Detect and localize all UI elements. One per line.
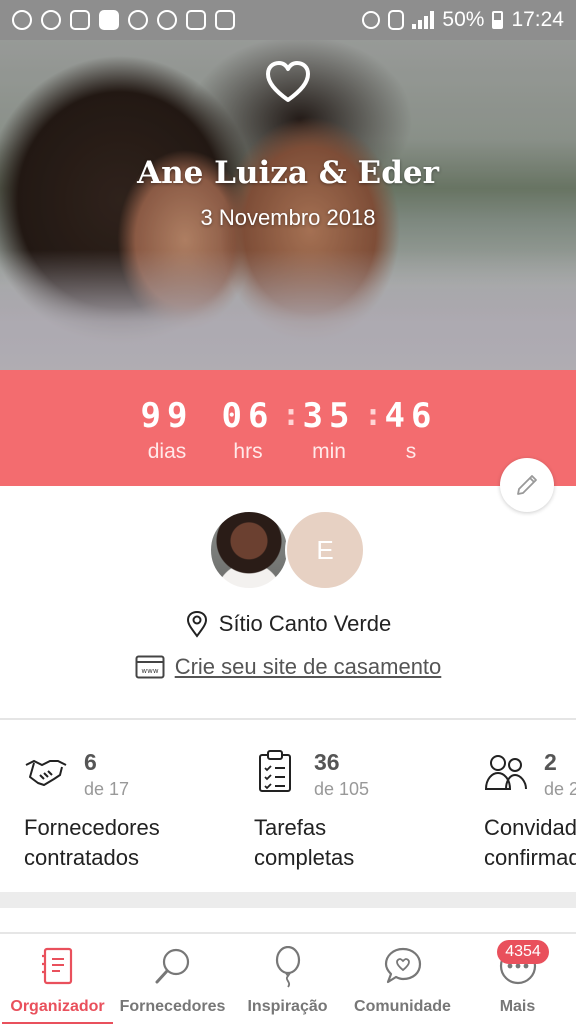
battery-icon — [492, 11, 504, 29]
vendors-total: de 17 — [84, 779, 130, 799]
gallery-icon — [186, 10, 206, 30]
search-icon — [155, 948, 189, 984]
wedding-site-row[interactable]: www Crie seu site de casamento — [0, 654, 576, 680]
balloon-icon — [275, 946, 300, 988]
divider — [0, 718, 576, 720]
vendors-label-line2: contratados — [24, 845, 139, 870]
tasks-label-line2: completas — [254, 845, 355, 870]
minutes-value: 35 — [302, 396, 356, 436]
voicemail-icon — [215, 10, 235, 30]
status-bar: 50% 17:24 — [0, 0, 576, 40]
planner-icon — [41, 947, 72, 985]
nav-label: Fornecedores — [119, 998, 226, 1015]
stat-guests-confirmed[interactable]: 2 de 2 Convidados confirmados — [484, 745, 576, 885]
minutes-label: min — [312, 440, 346, 463]
signal-icon — [412, 11, 435, 29]
create-wedding-site-link[interactable]: Crie seu site de casamento — [175, 654, 442, 680]
nav-inspiracao[interactable]: Inspiração — [230, 934, 345, 1024]
website-icon: www — [135, 655, 165, 679]
nav-label: Comunidade — [354, 998, 451, 1015]
seconds-label: s — [405, 440, 417, 463]
couple-avatars: E — [209, 510, 369, 590]
venue-name: Sítio Canto Verde — [218, 611, 392, 636]
nav-organizador[interactable]: Organizador — [0, 934, 115, 1024]
guests-total: de 2 — [544, 779, 576, 799]
countdown-banner: 99 dias 06 hrs : 35 min : 46 s — [0, 370, 576, 486]
days-label: dias — [147, 440, 187, 463]
clock: 17:24 — [511, 8, 564, 31]
partner-avatar[interactable]: E — [285, 510, 365, 590]
heart-icon — [266, 61, 310, 102]
instagram-icon — [128, 10, 148, 30]
days-value: 99 — [140, 396, 194, 436]
partner-initial: E — [316, 534, 334, 565]
nav-fornecedores[interactable]: Fornecedores — [115, 934, 230, 1024]
location-notification-icon — [99, 10, 119, 30]
hours-label: hrs — [233, 440, 263, 463]
guests-label-line2: confirmados — [484, 845, 576, 870]
section-separator — [0, 892, 576, 908]
notification-icons — [12, 10, 235, 30]
guests-label-line1: Convidados — [484, 815, 576, 840]
countdown-seconds: 46 s — [366, 396, 456, 464]
vendors-label-line1: Fornecedores — [24, 815, 160, 840]
guests-icon — [484, 755, 527, 790]
checklist-icon — [259, 750, 291, 792]
bottom-navigation: Organizador Fornecedores Inspiração Comu… — [0, 932, 576, 1024]
nav-comunidade[interactable]: Comunidade — [345, 934, 460, 1024]
instagram-icon — [12, 10, 32, 30]
svg-text:www: www — [141, 667, 158, 675]
tasks-total: de 105 — [314, 779, 370, 799]
countdown-minutes: 35 min — [284, 396, 374, 464]
couple-name: Ane Luiza & Eder — [137, 155, 439, 191]
handshake-icon — [25, 759, 67, 786]
battery-percentage: 50% — [442, 8, 485, 31]
tasks-label-line1: Tarefas — [254, 815, 327, 840]
pencil-icon — [517, 475, 537, 495]
chat-heart-icon — [384, 947, 421, 984]
heart-notification-icon — [41, 10, 61, 30]
countdown-hours: 06 hrs — [203, 396, 293, 464]
couple-cover-photo[interactable]: Ane Luiza & Eder 3 Novembro 2018 — [0, 40, 576, 370]
countdown-days: 99 dias — [122, 396, 212, 464]
tasks-count: 36 — [314, 749, 340, 775]
vendors-label: Fornecedores contratados — [24, 813, 160, 873]
guests-count: 2 — [544, 749, 557, 775]
tasks-label: Tarefas completas — [254, 813, 354, 873]
wedding-date: 3 Novembro 2018 — [200, 205, 376, 230]
seconds-value: 46 — [384, 396, 438, 436]
call-icon — [388, 10, 405, 30]
guests-label: Convidados confirmados — [484, 813, 576, 873]
app-notification-icon — [70, 10, 90, 30]
location-pin-icon — [186, 610, 207, 638]
nav-label: Inspiração — [247, 998, 328, 1015]
whatsapp-icon — [157, 10, 177, 30]
wifi-icon — [362, 11, 381, 29]
vendors-count: 6 — [84, 749, 97, 775]
venue-row[interactable]: Sítio Canto Verde — [0, 610, 576, 638]
avatar[interactable] — [209, 510, 289, 590]
hours-value: 06 — [221, 396, 275, 436]
edit-button[interactable] — [500, 458, 554, 512]
nav-label: Organizador — [10, 998, 105, 1015]
nav-label: Mais — [499, 998, 536, 1015]
notification-badge: 4354 — [497, 940, 549, 964]
